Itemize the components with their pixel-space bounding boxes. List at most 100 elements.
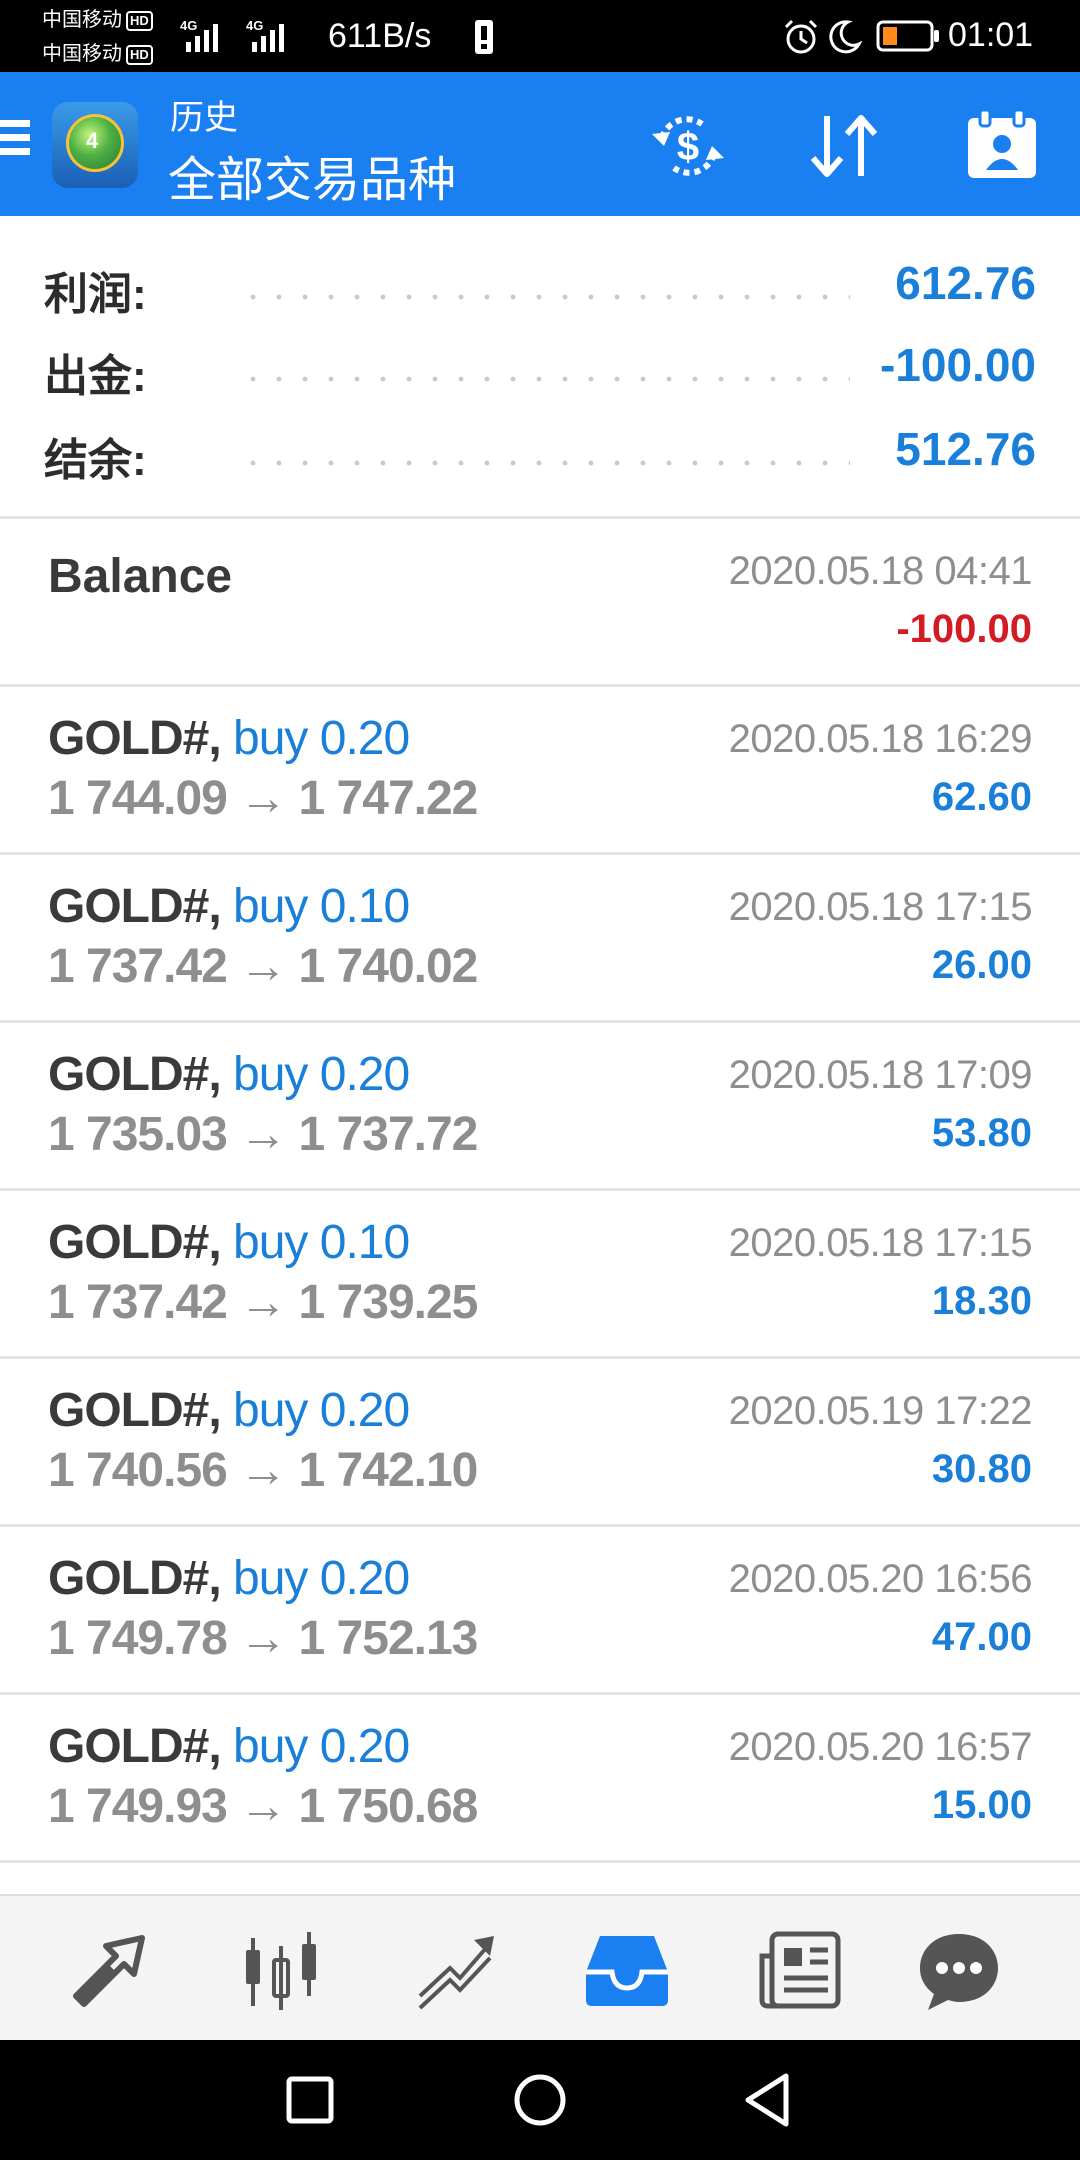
deal-type: buy 0.20 bbox=[233, 1720, 410, 1773]
deal-profit: 47.00 bbox=[931, 1615, 1032, 1659]
deal-symbol: GOLD#, bbox=[48, 1384, 222, 1437]
deal-type: buy 0.10 bbox=[233, 1216, 410, 1269]
deal-profit: 18.30 bbox=[931, 1279, 1032, 1323]
alarm-icon bbox=[784, 19, 818, 54]
deal-profit: 15.00 bbox=[931, 1783, 1032, 1827]
carrier-1: 中国移动 HD bbox=[42, 8, 153, 32]
deal-type: buy 0.20 bbox=[233, 1552, 410, 1605]
trade-icon[interactable] bbox=[410, 1926, 500, 2012]
deal-title: GOLD#, buy 0.10 bbox=[48, 879, 410, 934]
bottom-navigation bbox=[0, 1894, 1080, 2040]
app-bar: 4 历史 全部交易品种 $ bbox=[0, 72, 1080, 216]
deal-prices: 1 749.93 → 1 750.68 bbox=[48, 1780, 478, 1833]
deal-row[interactable]: GOLD#, buy 0.20 1 740.56 → 1 742.10 2020… bbox=[0, 1359, 1080, 1527]
deal-row[interactable]: GOLD#, buy 0.20 1 744.09 → 1 747.22 2020… bbox=[0, 687, 1080, 855]
quotes-icon[interactable] bbox=[66, 1926, 156, 2012]
deal-title: GOLD#, buy 0.20 bbox=[48, 1719, 410, 1774]
chart-icon[interactable] bbox=[236, 1926, 326, 2012]
deal-profit: 26.00 bbox=[931, 943, 1032, 987]
deal-symbol: GOLD#, bbox=[48, 880, 222, 933]
deal-time: 2020.05.18 17:09 bbox=[728, 1053, 1033, 1097]
deal-row[interactable]: GOLD#, buy 0.20 1 749.93 → 1 750.68 2020… bbox=[0, 1695, 1080, 1863]
deal-row[interactable]: GOLD#, buy 0.10 1 737.42 → 1 739.25 2020… bbox=[0, 1191, 1080, 1359]
app-logo[interactable]: 4 bbox=[52, 102, 138, 188]
dotted-leader bbox=[240, 294, 850, 300]
summary-row-balance: 结余: 512.76 bbox=[0, 410, 1080, 492]
deal-profit: 30.80 bbox=[931, 1447, 1032, 1491]
clock: 01:01 bbox=[948, 16, 1034, 54]
deal-type: buy 0.20 bbox=[233, 1048, 410, 1101]
deal-title: GOLD#, buy 0.20 bbox=[48, 1551, 410, 1606]
vibrate-icon bbox=[475, 20, 493, 54]
signal-icon: 4G bbox=[246, 18, 284, 52]
deal-time: 2020.05.18 04:41 bbox=[728, 549, 1033, 593]
summary-label: 出金: bbox=[44, 352, 147, 401]
deal-prices: 1 749.78 → 1 752.13 bbox=[48, 1612, 478, 1665]
deal-time: 2020.05.18 17:15 bbox=[728, 1221, 1033, 1265]
deal-row[interactable]: GOLD#, buy 0.20 1 749.78 → 1 752.13 2020… bbox=[0, 1527, 1080, 1695]
deal-row[interactable]: GOLD#, buy 0.20 1 735.03 → 1 737.72 2020… bbox=[0, 1023, 1080, 1191]
currency-exchange-icon[interactable]: $ bbox=[648, 108, 728, 184]
back-icon[interactable] bbox=[738, 2070, 798, 2130]
deal-time: 2020.05.20 16:56 bbox=[728, 1557, 1033, 1601]
deal-title: GOLD#, buy 0.20 bbox=[48, 1383, 410, 1438]
balance-amount: -100.00 bbox=[896, 607, 1032, 651]
network-type-label: 4G bbox=[180, 18, 197, 33]
battery-icon bbox=[876, 20, 939, 52]
summary-value: -100.00 bbox=[879, 339, 1036, 391]
summary-label: 利润: bbox=[44, 270, 147, 319]
deal-prices: 1 740.56 → 1 742.10 bbox=[48, 1444, 478, 1497]
deal-profit: 53.80 bbox=[931, 1111, 1032, 1155]
carrier-2: 中国移动 HD bbox=[42, 42, 153, 66]
deal-time: 2020.05.18 17:15 bbox=[728, 885, 1033, 929]
svg-text:$: $ bbox=[677, 125, 699, 169]
deal-title: GOLD#, buy 0.10 bbox=[48, 1215, 410, 1270]
deal-time: 2020.05.18 16:29 bbox=[728, 717, 1033, 761]
status-bar: 中国移动 HD 中国移动 HD 4G 4G 611B/s 01:01 bbox=[0, 0, 1080, 72]
deal-time: 2020.05.20 16:57 bbox=[728, 1725, 1033, 1769]
deal-type: buy 0.10 bbox=[233, 880, 410, 933]
deal-symbol: GOLD#, bbox=[48, 1720, 222, 1773]
deal-symbol: GOLD#, bbox=[48, 1216, 222, 1269]
system-navigation-bar bbox=[0, 2040, 1080, 2160]
balance-title: Balance bbox=[48, 550, 233, 603]
deal-symbol: GOLD#, bbox=[48, 1552, 222, 1605]
deal-prices: 1 735.03 → 1 737.72 bbox=[48, 1108, 478, 1161]
sort-icon[interactable] bbox=[805, 108, 885, 184]
home-icon[interactable] bbox=[510, 2070, 570, 2130]
page-title[interactable]: 全部交易品种 bbox=[168, 140, 456, 210]
history-icon[interactable] bbox=[582, 1926, 672, 2012]
network-type-label: 4G bbox=[246, 18, 263, 33]
recents-icon[interactable] bbox=[280, 2070, 340, 2130]
signal-icon: 4G bbox=[180, 18, 218, 52]
deal-prices: 1 737.42 → 1 739.25 bbox=[48, 1276, 478, 1329]
deal-time: 2020.05.19 17:22 bbox=[728, 1389, 1033, 1433]
hd-badge: HD bbox=[126, 44, 153, 65]
menu-icon[interactable] bbox=[0, 120, 30, 164]
moon-icon bbox=[829, 20, 862, 54]
deal-type: buy 0.20 bbox=[233, 1384, 410, 1437]
deal-prices: 1 744.09 → 1 747.22 bbox=[48, 772, 478, 825]
dotted-leader bbox=[240, 460, 850, 466]
deal-symbol: GOLD#, bbox=[48, 712, 222, 765]
summary-label: 结余: bbox=[44, 436, 147, 485]
network-speed: 611B/s bbox=[328, 17, 432, 55]
news-icon[interactable] bbox=[756, 1926, 846, 2012]
deal-symbol: GOLD#, bbox=[48, 1048, 222, 1101]
dotted-leader bbox=[240, 376, 850, 382]
chat-icon[interactable] bbox=[914, 1926, 1004, 2012]
deal-prices: 1 737.42 → 1 740.02 bbox=[48, 940, 478, 993]
deal-type: buy 0.20 bbox=[233, 712, 410, 765]
summary-row-profit: 利润: 612.76 bbox=[0, 244, 1080, 326]
hd-badge: HD bbox=[126, 10, 153, 31]
deal-title: GOLD#, buy 0.20 bbox=[48, 711, 410, 766]
balance-row[interactable]: Balance 2020.05.18 04:41 -100.00 bbox=[0, 519, 1080, 687]
account-icon[interactable] bbox=[962, 108, 1042, 184]
page-subtitle: 历史 bbox=[170, 99, 238, 137]
deal-row[interactable]: GOLD#, buy 0.10 1 737.42 → 1 740.02 2020… bbox=[0, 855, 1080, 1023]
logo-badge: 4 bbox=[86, 128, 99, 153]
deal-profit: 62.60 bbox=[931, 775, 1032, 819]
summary-value: 512.76 bbox=[895, 423, 1036, 475]
summary-value: 612.76 bbox=[895, 257, 1036, 309]
deal-title: GOLD#, buy 0.20 bbox=[48, 1047, 410, 1102]
